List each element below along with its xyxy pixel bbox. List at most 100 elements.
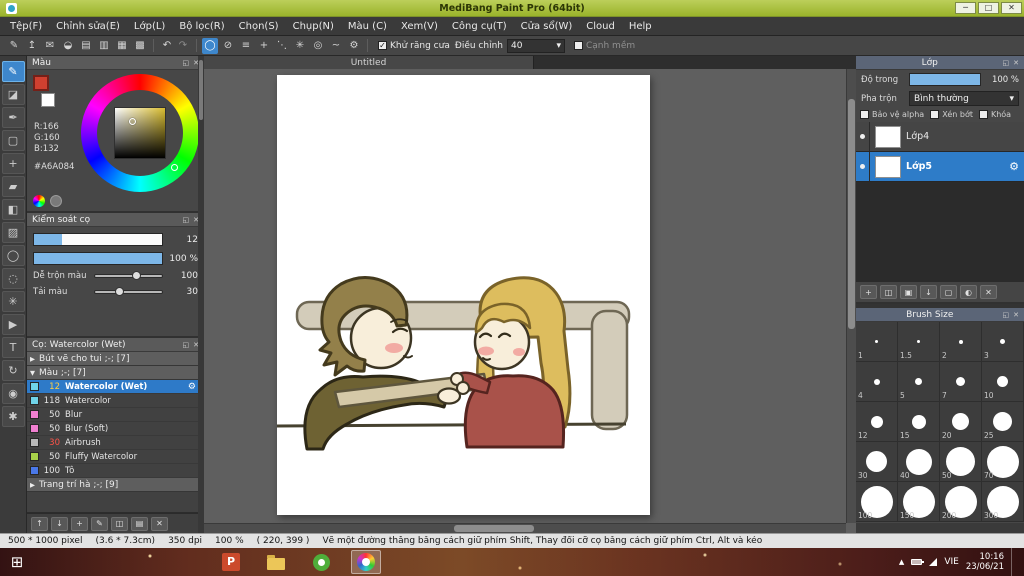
clear-layer-button[interactable]: ▢ — [940, 285, 957, 299]
panel-detach-icon[interactable]: ◱ — [183, 59, 190, 67]
brush-size-7[interactable]: 7 — [940, 362, 982, 402]
brush-opacity-slider[interactable] — [33, 252, 163, 265]
layer-visibility-icon[interactable] — [856, 122, 870, 151]
panel-close-icon[interactable]: ✕ — [1013, 311, 1019, 319]
brush-item-1[interactable]: 118 Watercolor — [27, 394, 204, 408]
background-swatch[interactable] — [41, 93, 55, 107]
canvas-hscrollbar[interactable] — [204, 523, 846, 533]
menu-item-0[interactable]: Tệp(F) — [3, 17, 49, 36]
taskbar-file-explorer[interactable] — [261, 550, 291, 574]
minimize-button[interactable]: ─ — [955, 2, 976, 14]
upload-icon[interactable]: ↥ — [24, 38, 40, 54]
text-tool[interactable]: T — [1, 337, 25, 358]
brush-size-slider[interactable] — [33, 233, 163, 246]
slider-knob[interactable] — [131, 271, 141, 280]
menu-item-7[interactable]: Xem(V) — [394, 17, 445, 36]
soft-edge-checkbox[interactable]: Cạnh mềm — [573, 41, 635, 51]
edit-brush-button[interactable]: ✎ — [91, 516, 108, 531]
canvas[interactable] — [277, 75, 650, 515]
snap-ellipse-icon[interactable]: ◎ — [310, 38, 326, 54]
foreground-swatch[interactable] — [33, 75, 49, 91]
color-slider-mode-icon[interactable] — [50, 195, 62, 207]
brush-size-25[interactable]: 25 — [982, 402, 1024, 442]
brush-group-1[interactable]: ▼ Màu ;-; [7] — [27, 366, 204, 380]
move-down-brush-button[interactable]: ↓ — [51, 516, 68, 531]
panel-close-icon[interactable]: ✕ — [1013, 59, 1019, 67]
merge-layer-button[interactable]: ↓ — [920, 285, 937, 299]
layer-row-0[interactable]: Lớp4 — [856, 122, 1024, 152]
undo-icon[interactable]: ↶ — [159, 38, 175, 54]
maximize-button[interactable]: □ — [978, 2, 999, 14]
slider-knob[interactable] — [115, 287, 125, 296]
brush-size-10[interactable]: 10 — [982, 362, 1024, 402]
brush-size-5[interactable]: 5 — [898, 362, 940, 402]
brush-cursor-icon[interactable]: ◯ — [202, 37, 218, 54]
sv-cursor[interactable] — [129, 118, 136, 125]
menu-item-3[interactable]: Bộ lọc(R) — [172, 17, 231, 36]
mix-slider[interactable] — [94, 271, 163, 280]
snap-settings-icon[interactable]: ⚙ — [346, 38, 362, 54]
menu-item-4[interactable]: Chọn(S) — [232, 17, 286, 36]
eyedropper-tool[interactable]: ◉ — [1, 383, 25, 404]
snap-vanishing-icon[interactable]: ⋱ — [274, 38, 290, 54]
brush-size-50[interactable]: 50 — [940, 442, 982, 482]
saturation-value-square[interactable] — [114, 107, 166, 159]
show-desktop-button[interactable] — [1011, 548, 1016, 576]
brush-item-0[interactable]: 12 Watercolor (Wet) ⚙ — [27, 380, 204, 394]
language-indicator[interactable]: VIE — [944, 557, 959, 567]
layer-opacity-slider[interactable] — [909, 73, 981, 86]
menu-item-6[interactable]: Màu (C) — [341, 17, 394, 36]
taskbar-powerpoint[interactable]: P — [216, 550, 246, 574]
brush-size-1[interactable]: 1 — [856, 322, 898, 362]
hand-tool[interactable]: ✱ — [1, 406, 25, 427]
menu-item-2[interactable]: Lớp(L) — [127, 17, 172, 36]
scrollbar-thumb[interactable] — [848, 99, 855, 329]
battery-icon[interactable] — [911, 559, 925, 565]
grid-icon[interactable]: ▩ — [132, 38, 148, 54]
panel-detach-icon[interactable]: ◱ — [1003, 311, 1010, 319]
brush-size-1.5[interactable]: 1.5 — [898, 322, 940, 362]
delete-layer-button[interactable]: ✕ — [980, 285, 997, 299]
pixel-grid-icon[interactable]: ▦ — [114, 38, 130, 54]
load-slider[interactable] — [94, 287, 163, 296]
select-tool[interactable]: ▢ — [1, 130, 25, 151]
menu-item-9[interactable]: Cửa sổ(W) — [514, 17, 580, 36]
menu-item-1[interactable]: Chỉnh sửa(E) — [49, 17, 127, 36]
panel-detach-icon[interactable]: ◱ — [183, 341, 190, 349]
brush-list-button[interactable]: ▤ — [131, 516, 148, 531]
eraser-tool[interactable]: ◪ — [1, 84, 25, 105]
blend-mode-dropdown[interactable]: Bình thường ▾ — [909, 91, 1019, 106]
brush-settings-icon[interactable]: ⚙ — [188, 382, 196, 392]
close-button[interactable]: ✕ — [1001, 2, 1022, 14]
brush-size-3[interactable]: 3 — [982, 322, 1024, 362]
brush-size-15[interactable]: 15 — [898, 402, 940, 442]
snap-radial-icon[interactable]: ✳ — [292, 38, 308, 54]
brush-size-70[interactable]: 70 — [982, 442, 1024, 482]
brush-size-12[interactable]: 12 — [856, 402, 898, 442]
network-icon[interactable] — [929, 558, 938, 566]
brush-folder-button[interactable]: ◫ — [111, 516, 128, 531]
layer-checkbox-1[interactable]: Xén bớt — [930, 110, 973, 119]
panel-detach-icon[interactable]: ◱ — [1003, 59, 1010, 67]
operation-tool[interactable]: ▶ — [1, 314, 25, 335]
brush-item-6[interactable]: 100 Tô — [27, 464, 204, 478]
brush-item-4[interactable]: 30 Airbrush — [27, 436, 204, 450]
clock[interactable]: 10:16 23/06/21 — [966, 552, 1004, 572]
brush-item-5[interactable]: 50 Fluffy Watercolor — [27, 450, 204, 464]
layer-checkbox-2[interactable]: Khóa — [978, 110, 1011, 119]
ellipse-select-tool[interactable]: ◯ — [1, 245, 25, 266]
snap-curve-icon[interactable]: ~ — [328, 38, 344, 54]
snap-cross-icon[interactable]: + — [256, 38, 272, 54]
brush-size-20[interactable]: 20 — [940, 402, 982, 442]
move-up-brush-button[interactable]: ↑ — [31, 516, 48, 531]
layer-row-1[interactable]: Lớp5 ⚙ — [856, 152, 1024, 182]
menu-item-5[interactable]: Chụp(N) — [286, 17, 341, 36]
gradient-tool[interactable]: ▨ — [1, 222, 25, 243]
menu-item-10[interactable]: Cloud — [579, 17, 622, 36]
antialias-checkbox[interactable]: ✓ Khử răng cưa — [378, 41, 450, 51]
move-tool[interactable]: + — [1, 153, 25, 174]
magic-wand-tool[interactable]: ✳ — [1, 291, 25, 312]
fill-tool[interactable]: ▰ — [1, 176, 25, 197]
brush-size-200[interactable]: 200 — [940, 482, 982, 522]
snap-off-icon[interactable]: ⊘ — [220, 38, 236, 54]
